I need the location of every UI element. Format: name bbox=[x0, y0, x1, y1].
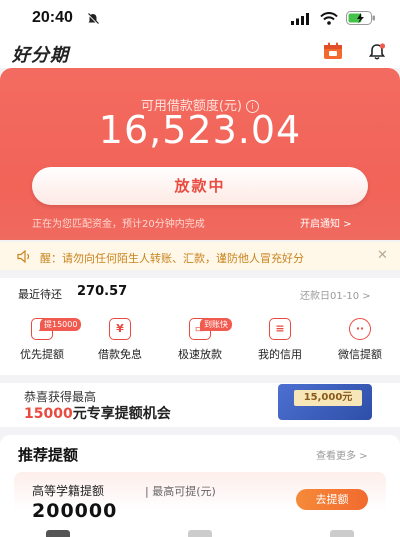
disbursing-button[interactable]: 放款中 bbox=[32, 167, 368, 205]
signal-icon bbox=[291, 13, 309, 25]
quick-action-label: 优先提额 bbox=[20, 348, 64, 361]
battery-charging-icon bbox=[346, 11, 375, 25]
calendar-icon[interactable] bbox=[323, 42, 343, 60]
close-icon[interactable]: ✕ bbox=[377, 248, 388, 263]
see-more-link[interactable]: 查看更多 > bbox=[316, 447, 368, 462]
speaker-icon bbox=[17, 250, 30, 263]
repay-label: 最近待还 bbox=[18, 288, 62, 301]
promo-line-2: 15000元专享提额机会 bbox=[24, 406, 171, 422]
promo-voucher-amount: 15,000元 bbox=[294, 390, 362, 406]
document-icon: ≡ bbox=[269, 318, 291, 340]
quick-action-label: 借款免息 bbox=[98, 348, 142, 361]
increase-limit-button[interactable]: 去提额 bbox=[296, 489, 368, 510]
status-time: 20:40 bbox=[32, 9, 73, 26]
credit-limit-amount: 16,523.04 bbox=[98, 108, 302, 152]
mute-bell-icon bbox=[87, 13, 99, 25]
quick-action-my-credit[interactable]: ≡ 我的信用 bbox=[242, 318, 318, 362]
repay-amount: 270.57 bbox=[77, 284, 128, 299]
notice-text: 醒：请勿向任何陌生人转账、汇款，谨防他人冒充好分 bbox=[40, 252, 304, 265]
tab-center-icon[interactable] bbox=[188, 530, 212, 537]
tab-home-icon[interactable] bbox=[46, 530, 70, 537]
repay-date-link[interactable]: 还款日01-10 > bbox=[300, 287, 371, 302]
quick-action-interest-free[interactable]: ¥ 借款免息 bbox=[82, 318, 158, 362]
max-amount-label: | 最高可提(元) bbox=[145, 485, 216, 498]
app-logo: 好分期 bbox=[12, 45, 69, 66]
quick-action-label: 我的信用 bbox=[258, 348, 302, 361]
chat-icon: ·· bbox=[349, 318, 371, 340]
quick-action-badge: 到账快 bbox=[200, 318, 232, 331]
quick-action-label: 极速放款 bbox=[178, 348, 222, 361]
max-amount-value: 200000 bbox=[32, 500, 118, 522]
recommend-title: 推荐提额 bbox=[18, 446, 79, 464]
education-increase-label: 高等学籍提额 bbox=[32, 484, 105, 498]
quick-action-badge: 提15000 bbox=[40, 318, 82, 331]
wifi-icon bbox=[320, 12, 338, 25]
yuan-icon: ¥ bbox=[109, 318, 131, 340]
notification-bell-icon[interactable] bbox=[367, 42, 387, 61]
matching-funds-note: 正在为您匹配资金，预计20分钟内完成 bbox=[32, 219, 205, 230]
quick-action-wechat-increase[interactable]: ·· 微信提额 bbox=[322, 318, 398, 362]
quick-action-label: 微信提额 bbox=[338, 348, 382, 361]
enable-notification-link[interactable]: 开启通知 > bbox=[300, 215, 352, 230]
tab-profile-icon[interactable] bbox=[330, 530, 354, 537]
